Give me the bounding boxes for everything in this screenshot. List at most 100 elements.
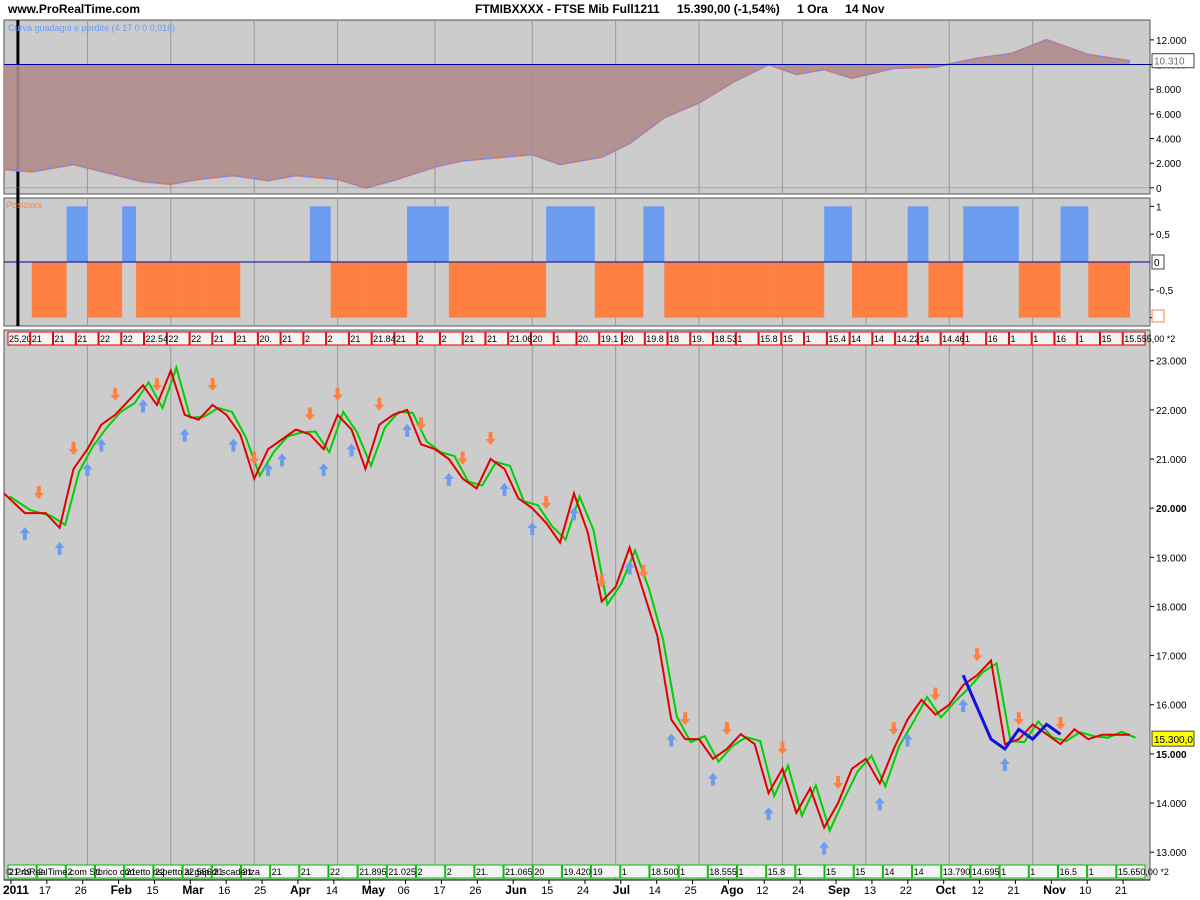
instrument-name: FTMIBXXXX - FTSE Mib Full1211 — [475, 2, 660, 16]
time-tick-label: Sep — [828, 883, 850, 897]
position-bar — [643, 206, 665, 262]
time-tick-label: 06 — [398, 885, 410, 897]
time-tick-label: 13 — [864, 885, 876, 897]
price-badge: 15.300,0 — [1154, 735, 1193, 746]
price-top-label: 1 — [737, 334, 742, 344]
price-tick-label: 13.000 — [1156, 848, 1187, 859]
time-tick-label: Jul — [613, 883, 630, 897]
position-bar — [664, 262, 720, 318]
price-bottom-label: 15.8 — [768, 867, 786, 877]
time-tick-label: 2011 — [3, 883, 29, 897]
time-tick-label: 12 — [972, 885, 984, 897]
price-top-label: 16 — [1056, 334, 1066, 344]
timeframe[interactable]: 1 Ora — [797, 2, 828, 16]
price-top-label: 1 — [806, 334, 811, 344]
position-bar — [1088, 262, 1130, 318]
time-tick-label: 15 — [146, 885, 158, 897]
price-top-label: 21 — [396, 334, 406, 344]
price-tick-label: 16.000 — [1156, 701, 1187, 712]
price-top-label: 21 — [350, 334, 360, 344]
position-badge: 0 — [1154, 258, 1160, 269]
price-top-label: 14 — [874, 334, 884, 344]
price-bottom-label: 21. — [476, 867, 489, 877]
time-tick-label: 17 — [433, 885, 445, 897]
price-bottom-label: 16.5 — [1059, 867, 1077, 877]
position-bar — [330, 262, 366, 318]
time-tick-label: 10 — [1079, 885, 1091, 897]
price-bottom-label: 15 — [855, 867, 865, 877]
position-bar — [407, 206, 449, 262]
price-tick-label: 21.000 — [1156, 455, 1187, 466]
price-footer: © ProRealTime.com Storico corretto rispe… — [6, 867, 260, 877]
price-top-label: 14 — [851, 334, 861, 344]
price-bottom-label: 1 — [738, 867, 743, 877]
price-top-label: 1 — [965, 334, 970, 344]
price-top-label: 14.46 — [942, 334, 965, 344]
equity-tick-label: 6.000 — [1156, 110, 1181, 121]
time-tick-label: 14 — [326, 885, 338, 897]
price-top-label: 1 — [1079, 334, 1084, 344]
price-top-label: 2 — [305, 334, 310, 344]
price-bottom-label: 1 — [797, 867, 802, 877]
price-top-label: 1 — [1010, 334, 1015, 344]
equity-tick-label: 0 — [1156, 184, 1162, 195]
price-top-label: 2 — [419, 334, 424, 344]
position-bar — [1018, 262, 1061, 318]
position-bar — [490, 262, 547, 318]
price-bottom-label: 20 — [534, 867, 544, 877]
time-tick-label: May — [362, 883, 386, 897]
time-tick-label: Oct — [936, 883, 956, 897]
chart-header: www.ProRealTime.com FTMIBXXXX - FTSE Mib… — [0, 0, 1200, 18]
price-tick-label: 20.000 — [1156, 504, 1187, 515]
position-bar — [87, 262, 123, 318]
price-top-label: 1 — [555, 334, 560, 344]
price-bottom-label: 2 — [418, 867, 423, 877]
chart-canvas[interactable]: Curva guadagni e perdite (4 17 0 0 0,016… — [0, 18, 1200, 900]
price-top-label: 16 — [988, 334, 998, 344]
time-tick-label: 16 — [218, 885, 230, 897]
position-bar — [963, 206, 991, 262]
time-tick-label: Feb — [111, 883, 132, 897]
price-bottom-label: 22 — [330, 867, 340, 877]
position-label: Posizioni — [6, 200, 42, 210]
price-top-label: 15.8 — [760, 334, 778, 344]
site-title[interactable]: www.ProRealTime.com — [8, 2, 140, 16]
time-tick-label: 14 — [649, 885, 661, 897]
position-short-badge — [1151, 309, 1165, 323]
price-top-label: 20. — [578, 334, 591, 344]
time-tick-label: 15 — [541, 885, 553, 897]
position-tick-label: 0,5 — [1156, 230, 1170, 241]
position-bar — [824, 206, 852, 262]
time-tick-label: 21 — [1115, 885, 1127, 897]
price-bottom-label: 18.500 — [651, 867, 679, 877]
price-bottom-label: 15.650,00 *2 — [1118, 867, 1169, 877]
price-top-label: 19.1 — [601, 334, 619, 344]
position-bar — [448, 262, 491, 318]
chart-window: www.ProRealTime.com FTMIBXXXX - FTSE Mib… — [0, 0, 1200, 900]
price-top-label: 15.4 — [828, 334, 846, 344]
position-bar — [851, 262, 908, 318]
position-bar — [177, 262, 206, 318]
price-bottom-label: 18.555 — [709, 867, 737, 877]
price-top-label: 20 — [532, 334, 542, 344]
position-bar — [31, 262, 67, 318]
equity-label: Curva guadagni e perdite (4 17 0 0 0,016… — [8, 23, 175, 33]
price-top-label: 14 — [919, 334, 929, 344]
price-top-label: 15 — [783, 334, 793, 344]
price-tick-label: 23.000 — [1156, 357, 1187, 368]
position-bar — [122, 206, 137, 262]
price-top-label: 2 — [441, 334, 446, 344]
instrument-title: FTMIBXXXX - FTSE Mib Full1211 15.390,00 … — [475, 2, 899, 16]
price-top-label: 15.555,00 *2 — [1124, 334, 1175, 344]
price-top-label: 22 — [123, 334, 133, 344]
time-tick-label: Ago — [720, 883, 743, 897]
time-tick-label: 21 — [1007, 885, 1019, 897]
price-tick-label: 18.000 — [1156, 602, 1187, 613]
position-bar — [1060, 206, 1089, 262]
price-top-label: 20. — [259, 334, 272, 344]
price-bottom-label: 19 — [593, 867, 603, 877]
price-tick-label: 14.000 — [1156, 799, 1187, 810]
price-bottom-label: 21 — [301, 867, 311, 877]
position-bar — [66, 206, 88, 262]
price-top-label: 22 — [191, 334, 201, 344]
